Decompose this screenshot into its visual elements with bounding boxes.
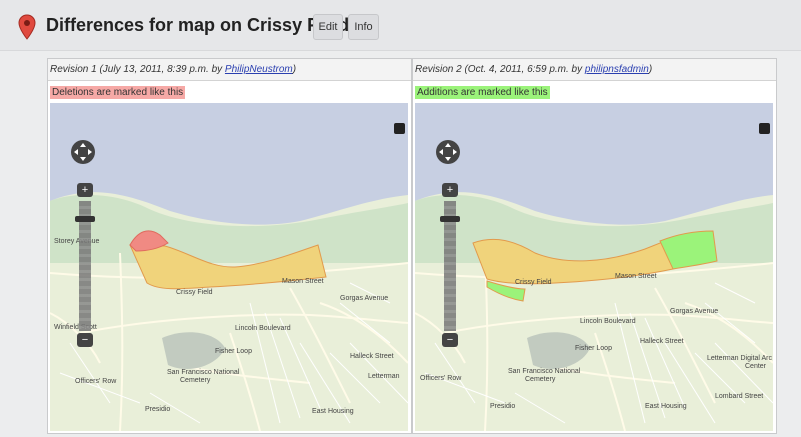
- revision-2-info: Revision 2 (Oct. 4, 2011, 6:59 p.m. by: [415, 64, 585, 75]
- page-header: Differences for map on Crissy Field Edit…: [0, 0, 801, 51]
- page-title: Differences for map on Crissy Field: [46, 15, 350, 35]
- zoom-in-icon[interactable]: +: [442, 183, 458, 197]
- map-label-fisher: Fisher Loop: [215, 348, 252, 355]
- layers-icon[interactable]: [394, 123, 405, 134]
- map-label-storey: Storey Avenue: [54, 238, 100, 245]
- map-label-lombard: Lombard Street: [715, 393, 764, 400]
- revision-2-user-link[interactable]: philipnsfadmin: [585, 64, 649, 75]
- deletions-legend: Deletions are marked like this: [50, 86, 186, 99]
- revision-1-user-link[interactable]: PhilipNeustrom: [225, 64, 293, 75]
- edit-button[interactable]: Edit: [313, 14, 343, 40]
- revision-1-panel: Revision 1 (July 13, 2011, 8:39 p.m. by …: [47, 58, 412, 434]
- revision-1-header: Revision 1 (July 13, 2011, 8:39 p.m. by …: [48, 59, 411, 81]
- map-label-presidio: Presidio: [490, 403, 516, 410]
- map-pin-icon: [18, 14, 36, 40]
- map-label-officers: Officers' Row: [420, 375, 462, 382]
- map-label-gorgas: Gorgas Avenue: [340, 295, 389, 302]
- zoom-out-icon[interactable]: −: [442, 333, 458, 347]
- revision-1-map[interactable]: Crissy Field Mason Street Lincoln Boulev…: [50, 103, 408, 431]
- map-label-cemetery-2: Cemetery: [180, 377, 211, 384]
- zoom-in-icon[interactable]: +: [77, 183, 93, 197]
- map-canvas: [415, 103, 773, 431]
- pan-control-icon[interactable]: [435, 139, 461, 165]
- pan-control-icon[interactable]: [70, 139, 96, 165]
- map-label-halleck: Halleck Street: [350, 353, 394, 360]
- map-label-east-housing: East Housing: [645, 403, 687, 410]
- map-label-gorgas: Gorgas Avenue: [670, 308, 719, 315]
- map-label-presidio: Presidio: [145, 406, 171, 413]
- map-label-letterman: Letterman Digital Arc: [707, 355, 772, 362]
- zoom-slider-handle[interactable]: [75, 216, 95, 222]
- map-label-cemetery: San Francisco National: [508, 368, 581, 375]
- map-label-crissy-field: Crissy Field: [515, 279, 552, 286]
- map-label-lincoln: Lincoln Boulevard: [235, 325, 291, 332]
- map-label-crissy-field: Crissy Field: [176, 289, 213, 296]
- revision-1-suffix: ): [292, 64, 297, 75]
- revision-2-panel: Revision 2 (Oct. 4, 2011, 6:59 p.m. by p…: [412, 58, 777, 434]
- info-button[interactable]: Info: [348, 14, 379, 40]
- map-label-cemetery-2: Cemetery: [525, 376, 556, 383]
- map-label-mason: Mason Street: [615, 273, 657, 280]
- map-label-east-housing: East Housing: [312, 408, 354, 415]
- map-label-cemetery: San Francisco National: [167, 369, 240, 376]
- map-label-fisher: Fisher Loop: [575, 345, 612, 352]
- zoom-out-icon[interactable]: −: [77, 333, 93, 347]
- revision-2-header: Revision 2 (Oct. 4, 2011, 6:59 p.m. by p…: [413, 59, 776, 81]
- revision-2-map[interactable]: Crissy Field Mason Street Lincoln Boulev…: [415, 103, 773, 431]
- map-label-officers: Officers' Row: [75, 378, 117, 385]
- revision-2-suffix: ): [648, 64, 653, 75]
- layers-icon[interactable]: [759, 123, 770, 134]
- revision-1-info: Revision 1 (July 13, 2011, 8:39 p.m. by: [50, 64, 225, 75]
- map-label-letterman-2: Center: [745, 363, 767, 370]
- map-label-mason: Mason Street: [282, 278, 324, 285]
- map-label-lincoln: Lincoln Boulevard: [580, 318, 636, 325]
- map-label-letterman: Letterman: [368, 373, 400, 380]
- zoom-slider-handle[interactable]: [440, 216, 460, 222]
- map-label-halleck: Halleck Street: [640, 338, 684, 345]
- additions-legend: Additions are marked like this: [415, 86, 550, 99]
